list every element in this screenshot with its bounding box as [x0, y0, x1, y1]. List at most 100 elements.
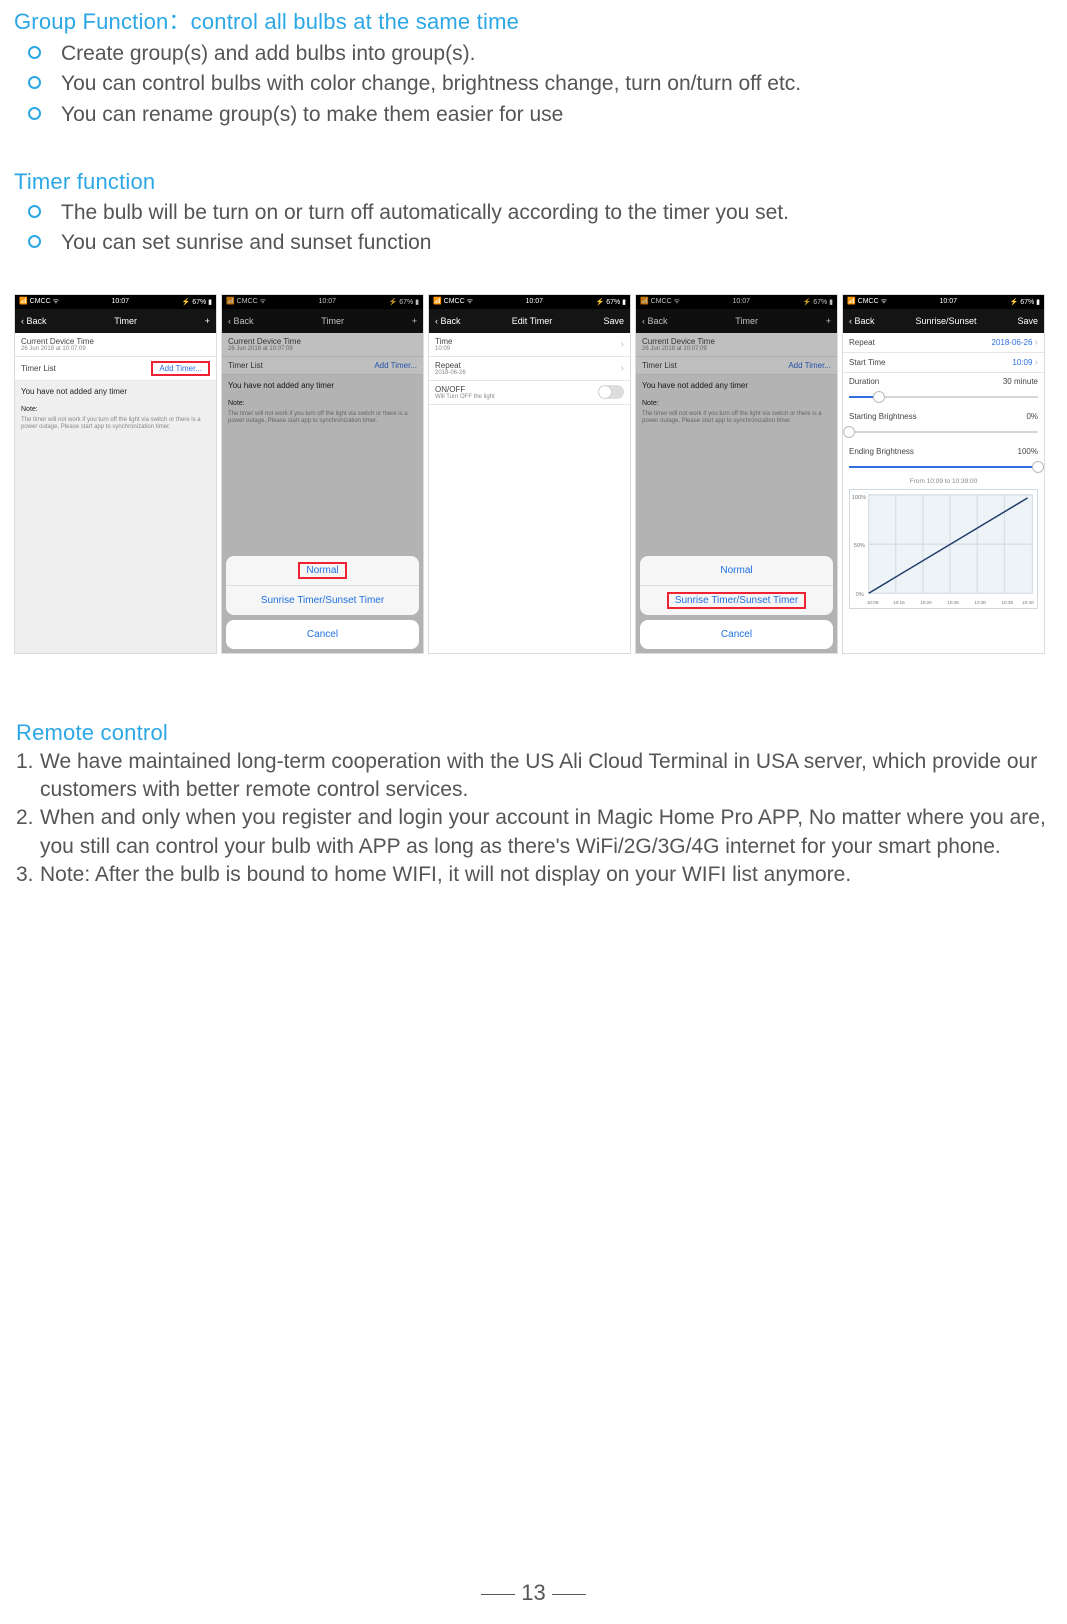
carrier: CMCC — [237, 298, 258, 305]
repeat-cell[interactable]: Repeat2018-06-26 › — [429, 357, 630, 381]
list-item-text: Create group(s) and add bulbs into group… — [61, 40, 475, 68]
list-item-text: Note: After the bulb is bound to home WI… — [40, 861, 1051, 889]
page-number-value: 13 — [521, 1580, 545, 1605]
sheet-option-sunrise-sunset[interactable]: Sunrise Timer/Sunset Timer — [226, 586, 419, 615]
svg-text:10:40: 10:40 — [1022, 600, 1034, 606]
nav-bar: ‹ Back Sunrise/Sunset Save — [843, 309, 1044, 333]
list-item-text: We have maintained long-term cooperation… — [40, 748, 1051, 805]
save-button[interactable]: Save — [1017, 316, 1038, 326]
bullet-icon — [28, 46, 41, 59]
status-time: 10:07 — [526, 298, 544, 305]
battery: 67% — [399, 299, 413, 306]
note-label: Note: — [222, 396, 423, 407]
add-button[interactable]: + — [205, 316, 210, 326]
svg-text:10:35: 10:35 — [1001, 600, 1013, 606]
start-time-label: Start Time — [849, 358, 885, 367]
nav-bar: ‹ Back Edit Timer Save — [429, 309, 630, 333]
carrier: CMCC — [30, 298, 51, 305]
battery: 67% — [1020, 299, 1034, 306]
save-button[interactable]: Save — [603, 316, 624, 326]
add-timer-link[interactable]: Add Timer... — [151, 361, 210, 376]
onoff-toggle[interactable] — [598, 385, 624, 399]
empty-state: You have not added any timer — [222, 375, 423, 396]
empty-state: You have not added any timer — [636, 375, 837, 396]
note-body: The timer will not work if you turn off … — [222, 407, 423, 429]
chevron-right-icon: › — [1035, 337, 1038, 348]
cdt-value: 26 Jun 2018 at 10:07:09 — [21, 346, 94, 352]
ending-brightness-value: 100% — [1018, 447, 1038, 456]
time-cell[interactable]: Time10:09 › — [429, 333, 630, 357]
list-item-text: The bulb will be turn on or turn off aut… — [61, 199, 789, 227]
screenshot-timer-list: 📶 CMCC ᯤ 10:07 ⚡ 67% ▮ ‹ Back Timer + Cu… — [14, 294, 217, 654]
screenshots-row: 📶 CMCC ᯤ 10:07 ⚡ 67% ▮ ‹ Back Timer + Cu… — [14, 294, 1053, 654]
ending-brightness-slider[interactable] — [849, 466, 1038, 468]
starting-brightness-slider[interactable] — [849, 431, 1038, 433]
duration-slider[interactable] — [849, 396, 1038, 398]
list-item: 1.We have maintained long-term cooperati… — [16, 748, 1051, 805]
status-time: 10:07 — [112, 298, 130, 305]
list-item: You can control bulbs with color change,… — [28, 70, 1053, 98]
chevron-right-icon: › — [621, 339, 624, 350]
sheet-cancel[interactable]: Cancel — [640, 620, 833, 649]
add-timer-link[interactable]: Add Timer... — [788, 361, 831, 370]
add-button[interactable]: + — [412, 316, 417, 326]
svg-text:10:09: 10:09 — [867, 600, 879, 606]
add-timer-link[interactable]: Add Timer... — [374, 361, 417, 370]
list-item-text: You can rename group(s) to make them eas… — [61, 101, 563, 129]
time-label: Time — [435, 337, 452, 346]
status-bar: 📶 CMCC ᯤ 10:07 ⚡ 67% ▮ — [429, 295, 630, 309]
back-button[interactable]: ‹ Back — [642, 316, 668, 326]
back-button[interactable]: ‹ Back — [228, 316, 254, 326]
bullet-icon — [28, 76, 41, 89]
sheet-option-normal[interactable]: Normal — [640, 556, 833, 586]
screenshot-edit-timer: 📶 CMCC ᯤ 10:07 ⚡ 67% ▮ ‹ Back Edit Timer… — [428, 294, 631, 654]
ending-brightness-label: Ending Brightness — [849, 447, 914, 456]
back-button[interactable]: ‹ Back — [849, 316, 875, 326]
battery: 67% — [192, 299, 206, 306]
remote-control-list: 1.We have maintained long-term cooperati… — [16, 748, 1051, 890]
svg-text:10:20: 10:20 — [920, 600, 932, 606]
list-item-text: You can set sunrise and sunset function — [61, 229, 431, 257]
svg-text:0%: 0% — [856, 592, 864, 598]
page-number: 13 — [0, 1580, 1067, 1606]
timer-list-cell: Timer List Add Timer... — [222, 357, 423, 375]
cdt-value: 26 Jun 2018 at 10:07:09 — [642, 346, 715, 352]
chevron-right-icon: › — [621, 363, 624, 374]
nav-bar: ‹ Back Timer + — [222, 309, 423, 333]
repeat-cell[interactable]: Repeat 2018-06-26 › — [843, 333, 1044, 353]
starting-brightness-value: 0% — [1026, 412, 1038, 421]
duration-value: 30 minute — [1003, 377, 1038, 386]
screenshot-action-sheet-sunrise: 📶 CMCC ᯤ 10:07 ⚡ 67% ▮ ‹ Back Timer + Cu… — [635, 294, 838, 654]
carrier: CMCC — [444, 298, 465, 305]
bullet-icon — [28, 205, 41, 218]
bullet-icon — [28, 107, 41, 120]
list-item: The bulb will be turn on or turn off aut… — [28, 199, 1053, 227]
cdt-value: 26 Jun 2018 at 10:07:09 — [228, 346, 301, 352]
timer-function-heading: Timer function — [14, 169, 1053, 195]
list-number: 1. — [16, 748, 40, 805]
note-label: Note: — [15, 402, 216, 413]
list-item: You can set sunrise and sunset function — [28, 229, 1053, 257]
sheet-cancel[interactable]: Cancel — [226, 620, 419, 649]
sheet-option-normal[interactable]: Normal — [226, 556, 419, 586]
nav-title: Timer — [735, 316, 758, 326]
nav-title: Timer — [321, 316, 344, 326]
back-button[interactable]: ‹ Back — [21, 316, 47, 326]
time-value: 10:09 — [435, 346, 452, 352]
ending-brightness-cell: Ending Brightness 100% — [843, 443, 1044, 460]
group-function-heading: Group Function：control all bulbs at the … — [14, 4, 1053, 36]
timer-list-cell: Timer List Add Timer... — [636, 357, 837, 375]
cdt-label: Current Device Time — [642, 337, 715, 346]
current-device-time-cell: Current Device Time26 Jun 2018 at 10:07:… — [222, 333, 423, 357]
start-time-cell[interactable]: Start Time 10:09 › — [843, 353, 1044, 373]
timer-list-label: Timer List — [21, 364, 56, 373]
svg-text:10:15: 10:15 — [893, 600, 905, 606]
add-button[interactable]: + — [826, 316, 831, 326]
sheet-option-sunrise-sunset[interactable]: Sunrise Timer/Sunset Timer — [640, 586, 833, 615]
back-button[interactable]: ‹ Back — [435, 316, 461, 326]
starting-brightness-cell: Starting Brightness 0% — [843, 408, 1044, 425]
brightness-chart: 100% 50% 0% 10:09 10:15 10:20 10:25 10:3… — [849, 489, 1038, 609]
list-item-text: When and only when you register and logi… — [40, 804, 1051, 861]
cdt-label: Current Device Time — [228, 337, 301, 346]
group-function-section: Group Function：control all bulbs at the … — [14, 4, 1053, 129]
